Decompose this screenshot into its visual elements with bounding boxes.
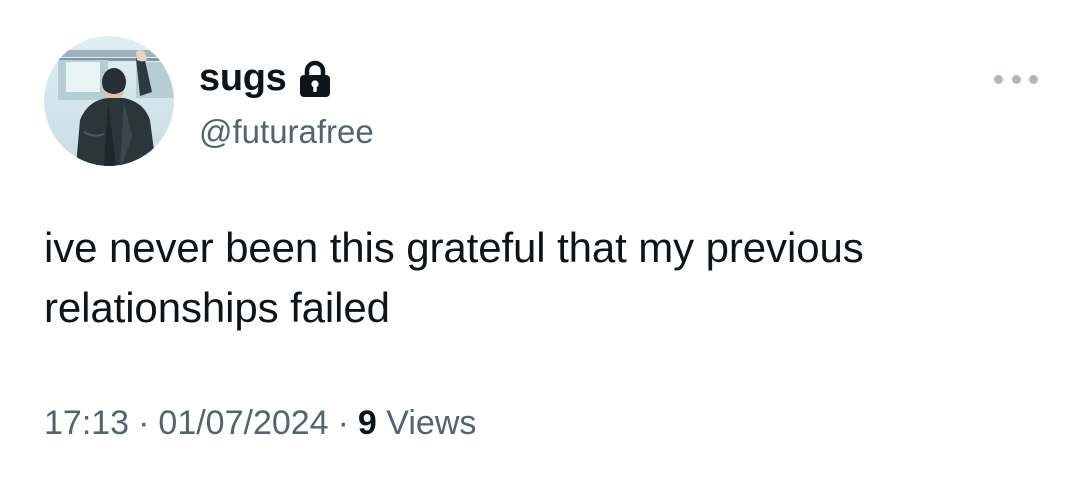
tweet-card: sugs @futurafree ive never been this gra…	[0, 0, 1079, 481]
avatar[interactable]	[44, 36, 174, 166]
views-label: Views	[386, 404, 477, 442]
tweet-date[interactable]: 01/07/2024	[158, 404, 328, 442]
meta-separator: ·	[138, 404, 150, 442]
tweet-time[interactable]: 17:13	[44, 404, 129, 442]
views-count: 9	[357, 404, 377, 442]
tweet-meta: 17:13 · 01/07/2024 · 9 Views	[44, 398, 476, 448]
meta-separator: ·	[337, 404, 349, 442]
lock-icon	[298, 60, 332, 98]
display-name-row: sugs	[199, 52, 374, 104]
dot-icon	[1029, 74, 1038, 84]
avatar-image-icon	[44, 36, 174, 166]
dot-icon	[994, 74, 1003, 84]
author-block: sugs @futurafree	[199, 52, 374, 154]
more-options-icon[interactable]	[994, 68, 1038, 90]
display-name[interactable]: sugs	[199, 52, 287, 104]
tweet-text: ive never been this grateful that my pre…	[44, 224, 864, 331]
dot-icon	[1011, 74, 1021, 84]
user-handle[interactable]: @futurafree	[199, 110, 374, 154]
